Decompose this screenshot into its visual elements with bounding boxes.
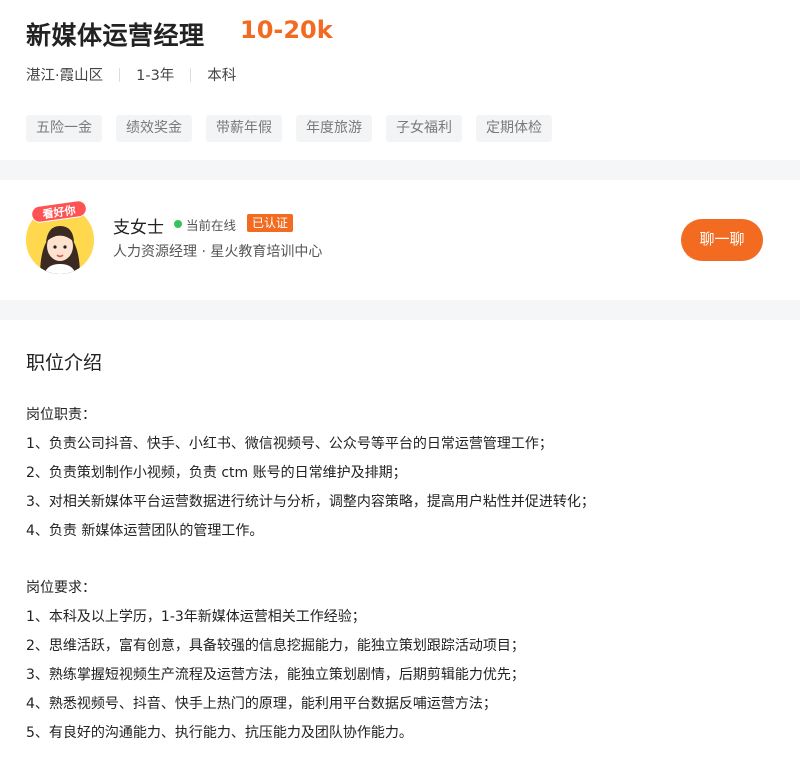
requirement-item: 2、思维活跃，富有创意，具备较强的信息挖掘能力，能独立策划跟踪活动项目；: [26, 638, 525, 654]
job-meta: 湛江·霞山区 1-3年 本科: [26, 64, 252, 85]
requirement-item: 3、熟练掌握短视频生产流程及运营方法，能独立策划剧情，后期剪辑能力优先；: [26, 667, 525, 683]
salary: 10-20k: [240, 16, 333, 44]
benefit-tag: 五险一金: [26, 115, 102, 142]
benefit-tag: 定期体检: [476, 115, 552, 142]
job-education: 本科: [207, 68, 237, 84]
duty-item: 2、负责策划制作小视频，负责 ctm 账号的日常维护及排期；: [26, 465, 407, 481]
duty-item: 4、负责 新媒体运营团队的管理工作。: [26, 523, 264, 539]
description-body: 岗位职责： 1、负责公司抖音、快手、小红书、微信视频号、公众号等平台的日常运营管…: [26, 401, 595, 748]
chat-button[interactable]: 聊一聊: [681, 219, 763, 261]
recruiter-position-company: 人力资源经理 · 星火教育培训中心: [113, 244, 323, 260]
section-title: 职位介绍: [26, 352, 103, 374]
benefit-tag: 子女福利: [386, 115, 462, 142]
job-experience: 1-3年: [136, 68, 175, 84]
online-status-dot-icon: [174, 220, 182, 228]
requirements-heading: 岗位要求：: [26, 580, 96, 596]
benefit-tags: 五险一金 绩效奖金 带薪年假 年度旅游 子女福利 定期体检: [26, 115, 552, 142]
duties-heading: 岗位职责：: [26, 407, 96, 423]
requirement-item: 4、熟悉视频号、抖音、快手上热门的原理，能利用平台数据反哺运营方法；: [26, 696, 497, 712]
benefit-tag: 绩效奖金: [116, 115, 192, 142]
job-header-card: 新媒体运营经理 10-20k 湛江·霞山区 1-3年 本科 五险一金 绩效奖金 …: [0, 0, 800, 160]
recruiter-name: 支女士: [113, 218, 164, 238]
duty-item: 1、负责公司抖音、快手、小红书、微信视频号、公众号等平台的日常运营管理工作；: [26, 436, 553, 452]
benefit-tag: 年度旅游: [296, 115, 372, 142]
verified-badge: 已认证: [247, 214, 294, 232]
job-location: 湛江·霞山区: [26, 68, 104, 84]
benefit-tag: 带薪年假: [206, 115, 282, 142]
job-description-card: 职位介绍 岗位职责： 1、负责公司抖音、快手、小红书、微信视频号、公众号等平台的…: [0, 320, 800, 757]
requirement-item: 1、本科及以上学历，1-3年新媒体运营相关工作经验；: [26, 609, 366, 625]
duty-item: 3、对相关新媒体平台运营数据进行统计与分析，调整内容策略，提高用户粘性并促进转化…: [26, 494, 595, 510]
recruiter-card: 看好你 支女士 当前在线 已认证 人力资源经理 · 星火教育培训中心 聊一聊: [0, 180, 800, 300]
requirement-item: 5、有良好的沟通能力、执行能力、抗压能力及团队协作能力。: [26, 725, 413, 741]
online-status: 当前在线: [186, 218, 237, 233]
job-title: 新媒体运营经理: [26, 21, 205, 50]
